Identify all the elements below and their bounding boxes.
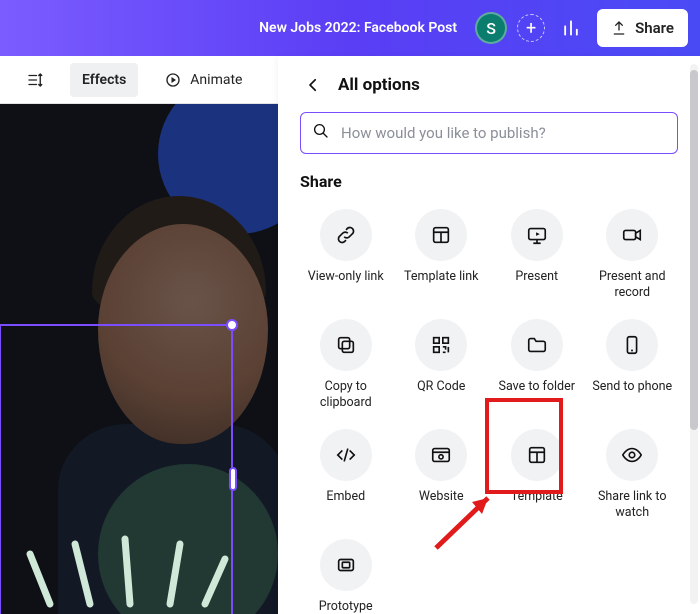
panel-title: All options — [338, 75, 420, 95]
animate-label: Animate — [190, 72, 242, 88]
line-spacing-button[interactable] — [14, 63, 56, 97]
copy-icon — [320, 319, 372, 371]
share-option-qr-code[interactable]: QR Code — [396, 315, 488, 415]
share-option-present-and-record[interactable]: Present and record — [587, 205, 679, 305]
selection-box[interactable] — [0, 324, 233, 614]
user-avatar[interactable]: S — [475, 12, 507, 44]
top-header: New Jobs 2022: Facebook Post S + Share — [0, 0, 700, 56]
share-option-label: Present — [515, 269, 558, 301]
share-option-label: Prototype — [319, 599, 373, 614]
share-option-label: Embed — [326, 489, 365, 521]
share-option-label: View-only link — [308, 269, 384, 301]
search-input[interactable] — [300, 112, 678, 154]
line-spacing-icon — [26, 71, 44, 89]
share-option-label: Send to phone — [592, 379, 672, 411]
annotation-arrow — [428, 486, 508, 556]
watch-icon — [606, 429, 658, 481]
search-wrapper — [300, 112, 678, 154]
record-icon — [606, 209, 658, 261]
embed-icon — [320, 429, 372, 481]
design-canvas[interactable]: re g — [0, 104, 278, 614]
add-member-button[interactable]: + — [517, 14, 545, 42]
qr-icon — [415, 319, 467, 371]
share-button[interactable]: Share — [597, 9, 688, 47]
effects-button[interactable]: Effects — [70, 63, 138, 97]
share-option-template-link[interactable]: Template link — [396, 205, 488, 305]
share-option-embed[interactable]: Embed — [300, 425, 392, 525]
share-option-label: QR Code — [417, 379, 465, 411]
phone-icon — [606, 319, 658, 371]
animate-icon — [164, 71, 182, 89]
resize-handle-mid-right[interactable] — [229, 467, 237, 491]
effects-label: Effects — [82, 72, 126, 88]
scrollbar-thumb[interactable] — [690, 70, 698, 430]
panel-header: All options — [300, 72, 678, 98]
resize-handle-top-right[interactable] — [226, 319, 238, 331]
link-icon — [320, 209, 372, 261]
insights-button[interactable] — [555, 12, 587, 44]
animate-button[interactable]: Animate — [152, 63, 254, 97]
folder-icon — [511, 319, 563, 371]
back-button[interactable] — [300, 72, 326, 98]
share-option-present[interactable]: Present — [491, 205, 583, 305]
share-option-label: Template link — [404, 269, 478, 301]
share-option-view-only-link[interactable]: View-only link — [300, 205, 392, 305]
template-icon — [415, 209, 467, 261]
share-section-label: Share — [300, 172, 678, 191]
bar-chart-icon — [561, 18, 581, 38]
chevron-left-icon — [304, 76, 322, 94]
present-icon — [511, 209, 563, 261]
share-option-share-link-to-watch[interactable]: Share link to watch — [587, 425, 679, 525]
document-title[interactable]: New Jobs 2022: Facebook Post — [259, 20, 457, 36]
share-option-label: Share link to watch — [587, 489, 679, 521]
share-option-prototype[interactable]: Prototype — [300, 535, 392, 614]
highlight-rectangle — [485, 398, 563, 494]
prototype-icon — [320, 539, 372, 591]
share-option-label: Present and record — [587, 269, 679, 301]
upload-icon — [611, 20, 627, 36]
share-option-label: Copy to clipboard — [300, 379, 392, 411]
share-button-label: Share — [635, 19, 674, 37]
app-root: New Jobs 2022: Facebook Post S + Share E… — [0, 0, 700, 614]
share-panel: All options Share View-only link Template… — [278, 56, 700, 614]
share-option-send-to-phone[interactable]: Send to phone — [587, 315, 679, 415]
share-option-copy-to-clipboard[interactable]: Copy to clipboard — [300, 315, 392, 415]
search-icon — [312, 122, 330, 144]
website-icon — [415, 429, 467, 481]
